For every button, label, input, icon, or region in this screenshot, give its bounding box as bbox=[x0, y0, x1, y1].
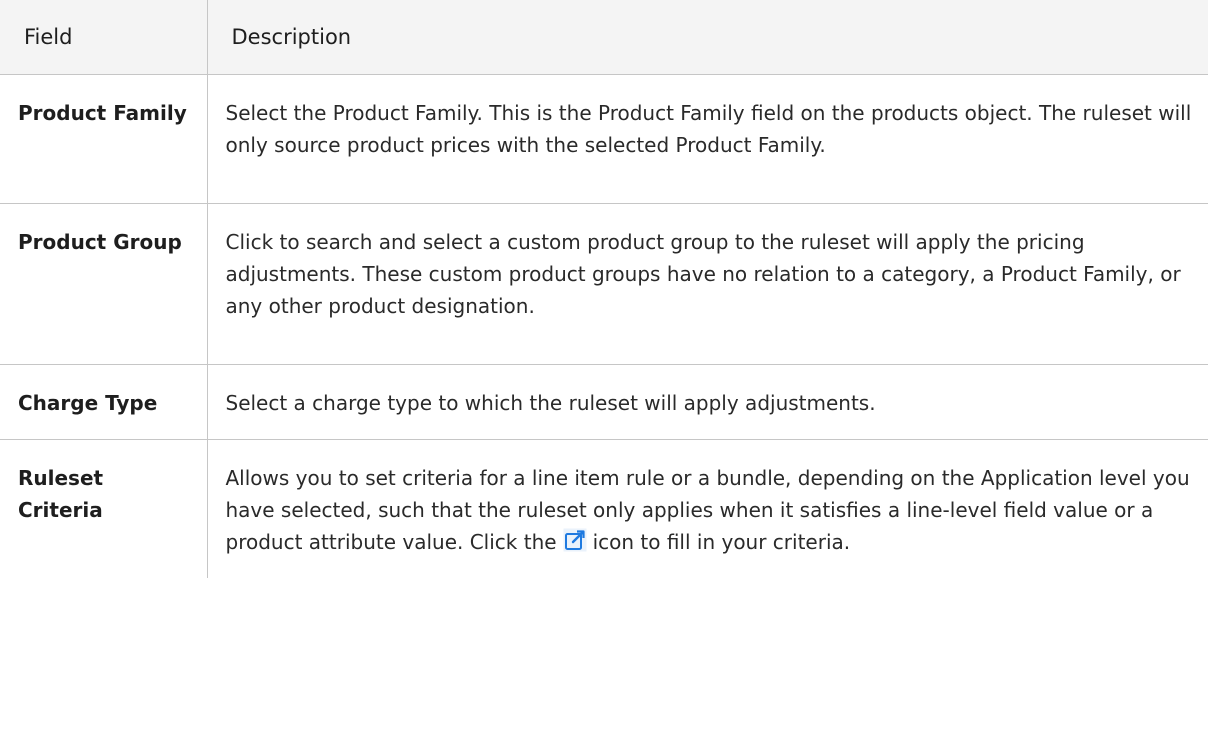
field-name: Ruleset Criteria bbox=[0, 439, 208, 578]
field-description: Allows you to set criteria for a line it… bbox=[206, 439, 1208, 578]
field-description: Click to search and select a custom prod… bbox=[206, 203, 1208, 365]
field-description: Select a charge type to which the rulese… bbox=[206, 364, 1208, 440]
table-row: Ruleset Criteria Allows you to set crite… bbox=[0, 439, 1208, 578]
table-row: Charge Type Select a charge type to whic… bbox=[0, 364, 1208, 440]
field-name: Product Family bbox=[0, 74, 208, 204]
table-row: Product Family Select the Product Family… bbox=[0, 74, 1208, 204]
field-description: Select the Product Family. This is the P… bbox=[206, 74, 1208, 204]
edit-external-icon bbox=[563, 528, 587, 552]
table-header-row: Field Description bbox=[0, 0, 1208, 75]
field-name: Charge Type bbox=[0, 364, 208, 440]
description-text-after-icon: icon to fill in your criteria. bbox=[592, 530, 851, 554]
table-row: Product Group Click to search and select… bbox=[0, 203, 1208, 365]
header-description: Description bbox=[206, 0, 1208, 75]
fields-table: Field Description Product Family Select … bbox=[0, 0, 1208, 578]
header-field: Field bbox=[0, 0, 208, 75]
field-name: Product Group bbox=[0, 203, 208, 365]
